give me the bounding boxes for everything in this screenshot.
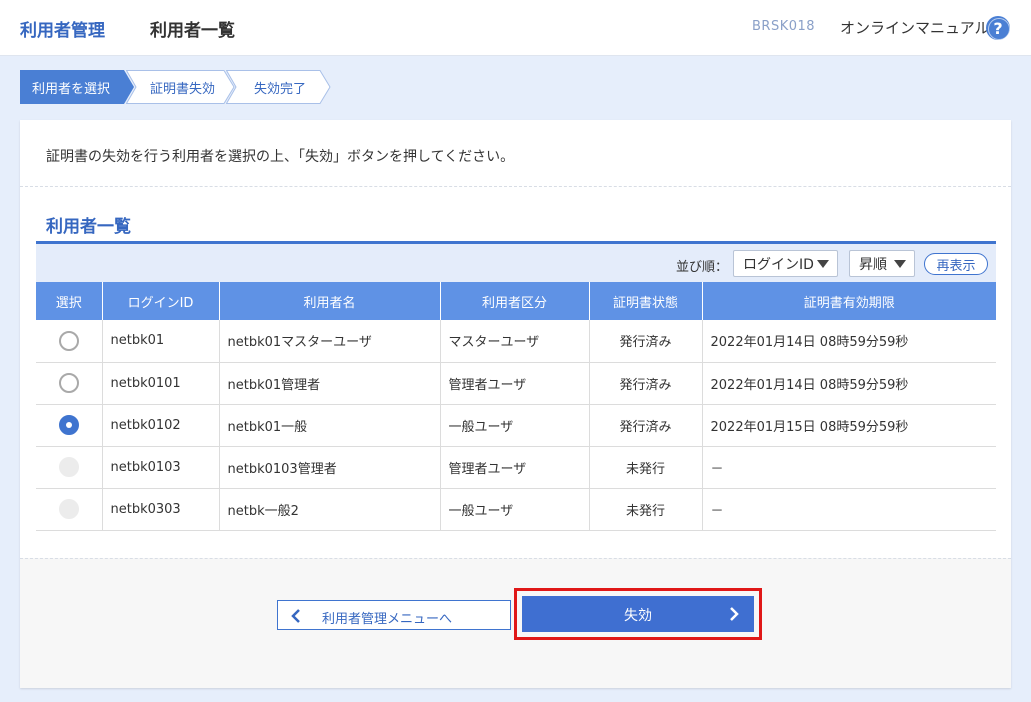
user-table: 選択 ログインID 利用者名 利用者区分 証明書状態 証明書有効期限 netbk… (36, 282, 996, 531)
step-select-user: 利用者を選択 (20, 70, 136, 104)
sort-field-value: ログインID (743, 256, 814, 273)
col-header-cert-status: 証明書状態 (589, 282, 703, 320)
cert-status-cell: 未発行 (589, 446, 703, 489)
help-icon[interactable]: ? (986, 16, 1010, 40)
section-name: 利用者管理 (20, 21, 105, 41)
col-header-cert-expiry: 証明書有効期限 (702, 282, 996, 320)
cert-expiry-cell: － (702, 446, 996, 489)
user-select-radio (58, 499, 79, 519)
sort-bar: 並び順： ログインID 昇順 再表示 (36, 244, 996, 282)
header-bar: 利用者管理 利用者一覧 BRSK018 オンラインマニュアル ? (0, 0, 1031, 56)
screen-code: BRSK018 (752, 19, 816, 34)
sort-order-value: 昇順 (859, 256, 887, 273)
user-type-cell: 一般ユーザ (440, 488, 590, 531)
user-name-cell: netbk01一般 (219, 404, 441, 447)
col-header-user-type: 利用者区分 (440, 282, 590, 320)
user-name-cell: netbk0103管理者 (219, 446, 441, 489)
step-indicator: 利用者を選択 証明書失効 失効完了 (20, 70, 340, 104)
cert-expiry-cell: 2022年01月14日 08時59分59秒 (702, 362, 996, 405)
select-cell (36, 362, 103, 405)
col-header-login-id: ログインID (102, 282, 220, 320)
redisplay-button[interactable]: 再表示 (924, 253, 988, 275)
login-id-cell: netbk0103 (102, 446, 220, 489)
step-label: 証明書失効 (150, 81, 216, 97)
login-id-cell: netbk0102 (102, 404, 220, 447)
back-to-user-menu-button[interactable]: 利用者管理メニューへ (277, 600, 511, 630)
sort-order-select[interactable]: 昇順 (849, 250, 915, 277)
table-header-row: 選択 ログインID 利用者名 利用者区分 証明書状態 証明書有効期限 (36, 282, 996, 320)
user-type-cell: マスターユーザ (440, 320, 590, 363)
user-select-radio (58, 457, 79, 477)
user-select-radio[interactable] (58, 415, 79, 435)
cert-status-cell: 発行済み (589, 320, 703, 363)
select-cell (36, 404, 103, 447)
user-type-cell: 管理者ユーザ (440, 362, 590, 405)
chevron-down-icon (817, 260, 829, 268)
user-name-cell: netbk01管理者 (219, 362, 441, 405)
main-panel: 証明書の失効を行う利用者を選択の上、「失効」ボタンを押してください。 利用者一覧… (20, 120, 1011, 688)
step-label: 失効完了 (254, 81, 307, 97)
cert-expiry-cell: 2022年01月15日 08時59分59秒 (702, 404, 996, 447)
page-title: 利用者一覧 (150, 21, 235, 41)
col-header-select: 選択 (36, 282, 103, 320)
login-id-cell: netbk01 (102, 320, 220, 363)
user-select-radio[interactable] (58, 373, 79, 393)
user-type-cell: 管理者ユーザ (440, 446, 590, 489)
user-name-cell: netbk一般2 (219, 488, 441, 531)
cert-status-cell: 発行済み (589, 404, 703, 447)
divider (20, 558, 1011, 559)
step-revoke-cert: 証明書失効 (126, 70, 236, 104)
instruction-text: 証明書の失効を行う利用者を選択の上、「失効」ボタンを押してください。 (46, 149, 515, 165)
divider (20, 186, 1011, 187)
login-id-cell: netbk0101 (102, 362, 220, 405)
chevron-right-icon (730, 607, 739, 621)
step-label: 利用者を選択 (32, 81, 111, 97)
select-cell (36, 320, 103, 363)
table-row: netbk0103 netbk0103管理者 管理者ユーザ 未発行 － (36, 446, 996, 489)
user-name-cell: netbk01マスターユーザ (219, 320, 441, 363)
cert-expiry-cell: 2022年01月14日 08時59分59秒 (702, 320, 996, 363)
revoke-button-label: 失効 (624, 608, 652, 624)
user-select-radio[interactable] (58, 330, 79, 351)
cert-status-cell: 発行済み (589, 362, 703, 405)
select-cell (36, 488, 103, 531)
section-title: 利用者一覧 (46, 217, 131, 237)
cert-status-cell: 未発行 (589, 488, 703, 531)
cert-expiry-cell: － (702, 488, 996, 531)
sort-label: 並び順： (676, 260, 729, 275)
revoke-button[interactable]: 失効 (522, 596, 754, 632)
chevron-left-icon (291, 609, 300, 623)
user-type-cell: 一般ユーザ (440, 404, 590, 447)
chevron-down-icon (894, 260, 906, 268)
login-id-cell: netbk0303 (102, 488, 220, 531)
table-row: netbk0303 netbk一般2 一般ユーザ 未発行 － (36, 488, 996, 531)
step-revoke-complete: 失効完了 (226, 70, 332, 104)
select-cell (36, 446, 103, 489)
col-header-user-name: 利用者名 (219, 282, 441, 320)
online-manual-link[interactable]: オンラインマニュアル (840, 17, 990, 38)
table-row: netbk01 netbk01マスターユーザ マスターユーザ 発行済み 2022… (36, 320, 996, 363)
table-row: netbk0101 netbk01管理者 管理者ユーザ 発行済み 2022年01… (36, 362, 996, 405)
back-button-label: 利用者管理メニューへ (322, 612, 453, 627)
sort-field-select[interactable]: ログインID (733, 250, 838, 277)
table-row: netbk0102 netbk01一般 一般ユーザ 発行済み 2022年01月1… (36, 404, 996, 447)
